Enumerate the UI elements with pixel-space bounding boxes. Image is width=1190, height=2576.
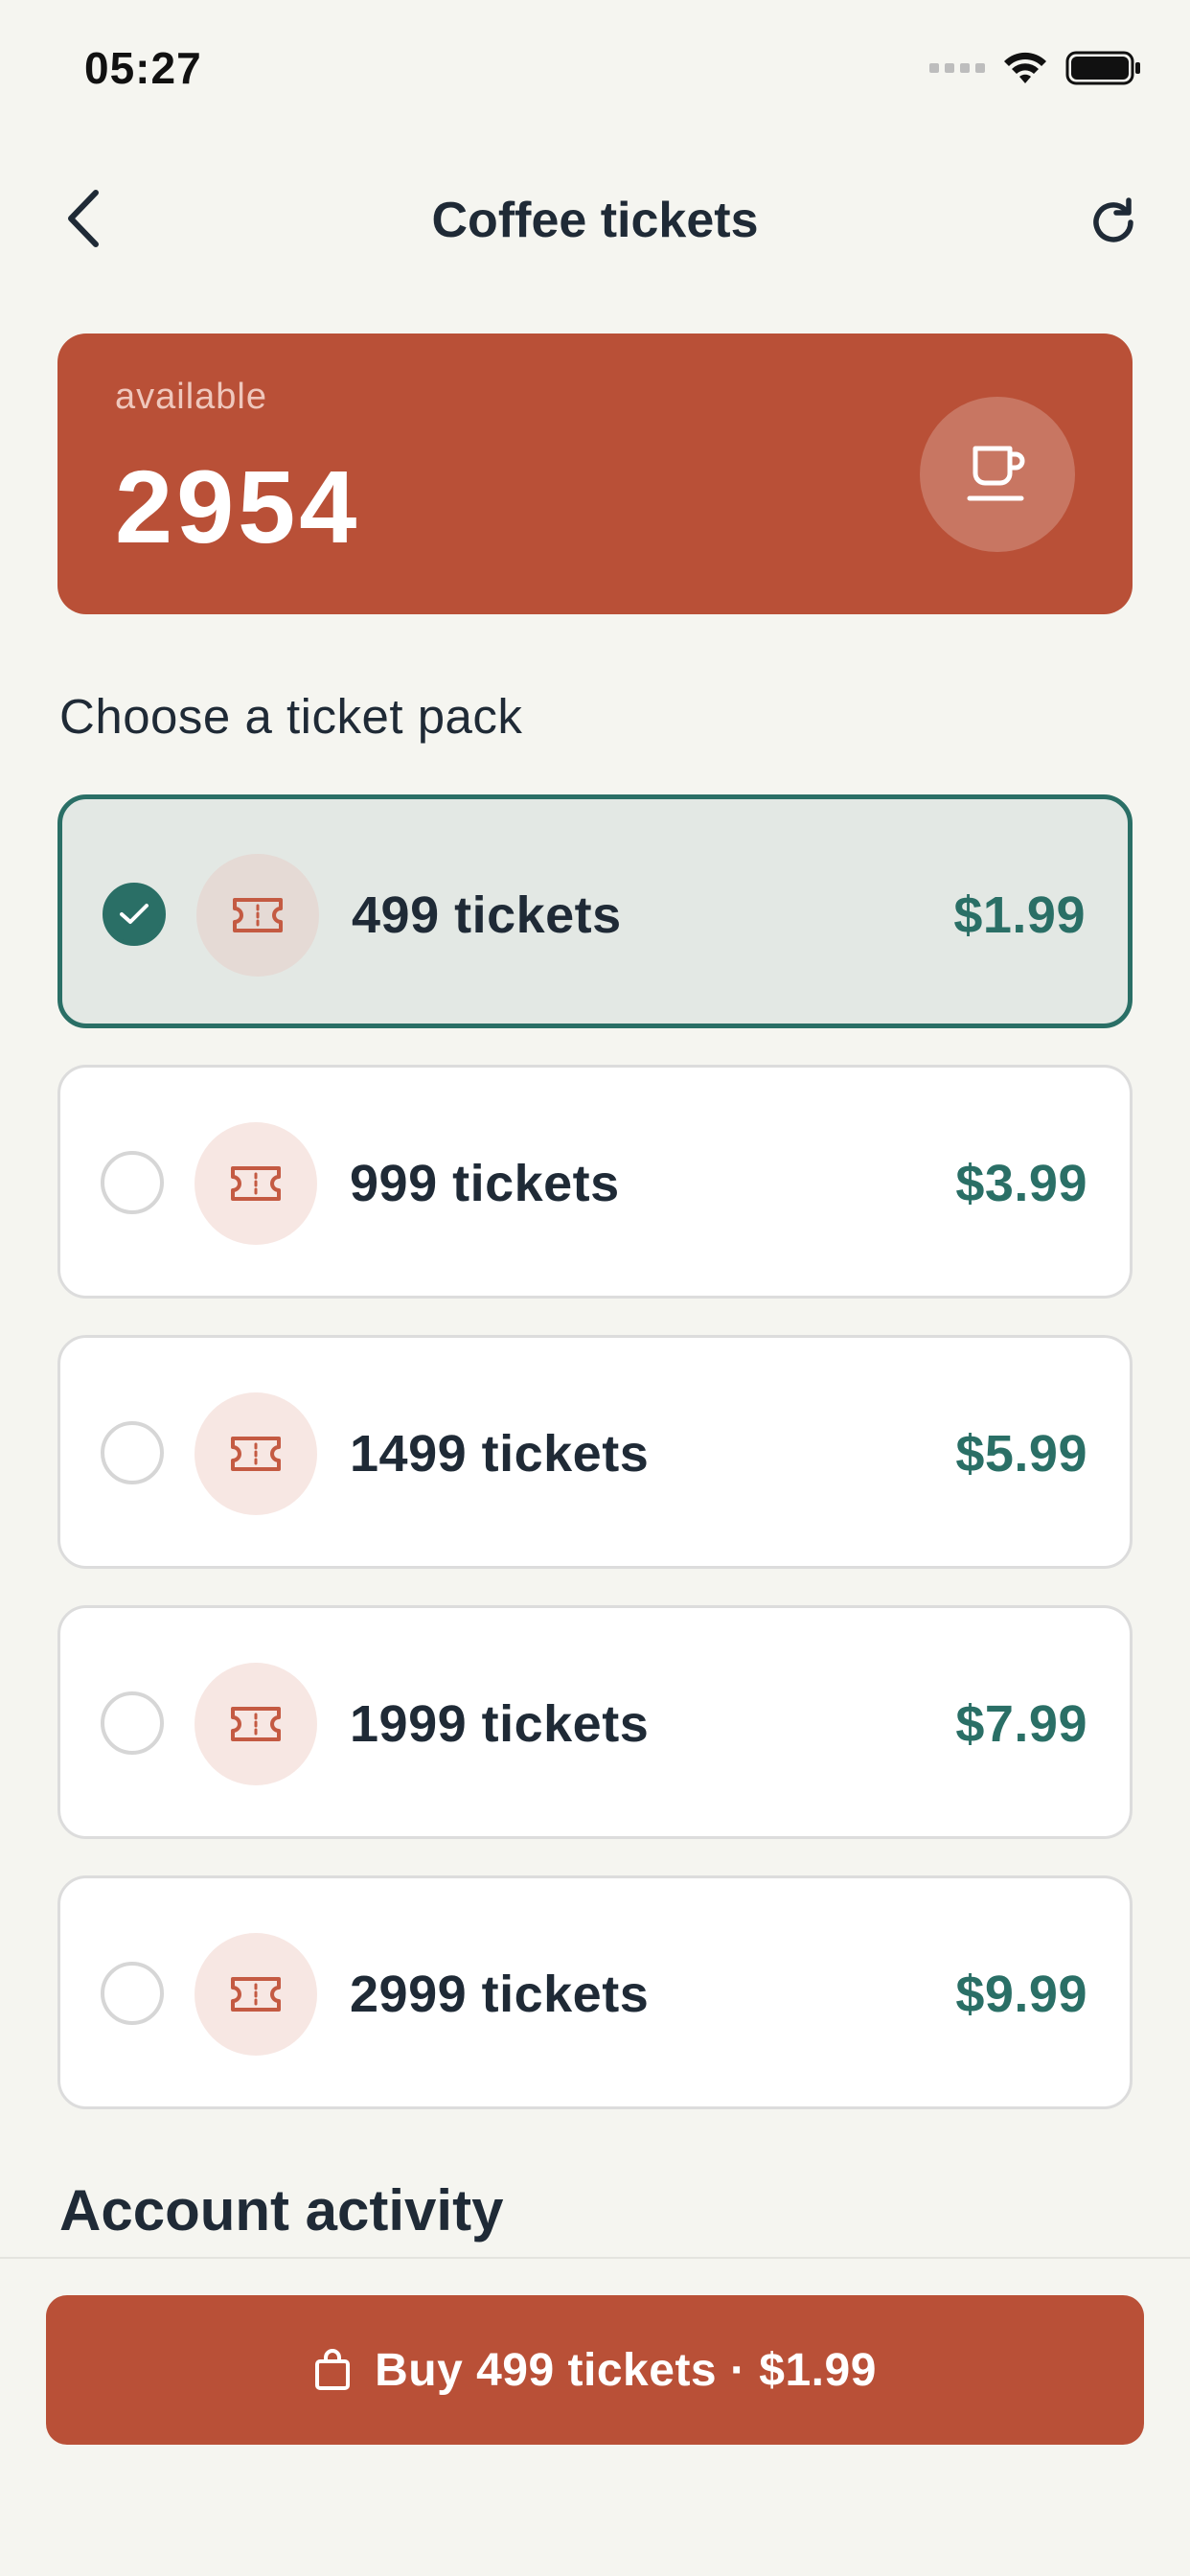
status-time: 05:27 [84,43,202,93]
ticket-icon [231,1977,281,2012]
balance-value: 2954 [115,448,361,564]
section-heading: Choose a ticket pack [59,689,523,744]
status-bar: 05:27 [0,0,1190,144]
refresh-button[interactable] [1075,184,1152,261]
pack-price: $3.99 [955,1155,1087,1212]
pack-price: $1.99 [953,886,1086,944]
ticket-icon [231,1166,281,1201]
pack-option-0[interactable]: 499 tickets $1.99 [57,794,1133,1028]
radio-button-selected[interactable] [103,883,166,946]
account-activity-heading: Account activity [59,2178,504,2242]
pack-option-4[interactable]: 2999 tickets $9.99 [57,1875,1133,2109]
radio-button[interactable] [101,1962,164,2025]
cellular-signal-icon [929,63,985,73]
ticket-icon [233,898,283,932]
pack-label: 999 tickets [350,1155,620,1212]
pack-price: $7.99 [955,1695,1087,1753]
balance-icon-badge [920,397,1075,552]
buy-button[interactable]: Buy 499 tickets · $1.99 [46,2295,1144,2445]
wifi-icon [1004,52,1046,83]
ticket-icon [231,1707,281,1741]
pack-label: 499 tickets [352,886,622,944]
pack-icon-badge [196,854,319,977]
pack-label: 1499 tickets [350,1425,650,1483]
pack-option-1[interactable]: 999 tickets $3.99 [57,1065,1133,1299]
page-title: Coffee tickets [431,193,759,248]
radio-button[interactable] [101,1151,164,1214]
pack-price: $9.99 [955,1966,1087,2023]
refresh-icon [1093,197,1133,242]
pack-icon-badge [195,1392,317,1515]
balance-card: available 2954 [57,334,1133,614]
pack-icon-badge [195,1933,317,2056]
nav-bar: Coffee tickets [0,163,1190,278]
pack-label: 2999 tickets [350,1966,650,2023]
radio-button[interactable] [101,1421,164,1484]
pack-label: 1999 tickets [350,1695,650,1753]
pack-option-3[interactable]: 1999 tickets $7.99 [57,1605,1133,1839]
pack-icon-badge [195,1122,317,1245]
bottom-action-bar: Buy 499 tickets · $1.99 [0,2257,1190,2576]
radio-button[interactable] [101,1691,164,1755]
pack-icon-badge [195,1663,317,1785]
status-icons [929,50,1142,86]
ticket-icon [231,1437,281,1471]
balance-label: available [115,377,267,417]
checkmark-icon [120,904,149,924]
shopping-bag-icon [315,2349,351,2390]
pack-option-2[interactable]: 1499 tickets $5.99 [57,1335,1133,1569]
battery-icon [1065,51,1140,85]
pack-price: $5.99 [955,1425,1087,1483]
buy-button-label: Buy 499 tickets · $1.99 [375,2344,877,2396]
coffee-cup-icon [967,446,1025,501]
